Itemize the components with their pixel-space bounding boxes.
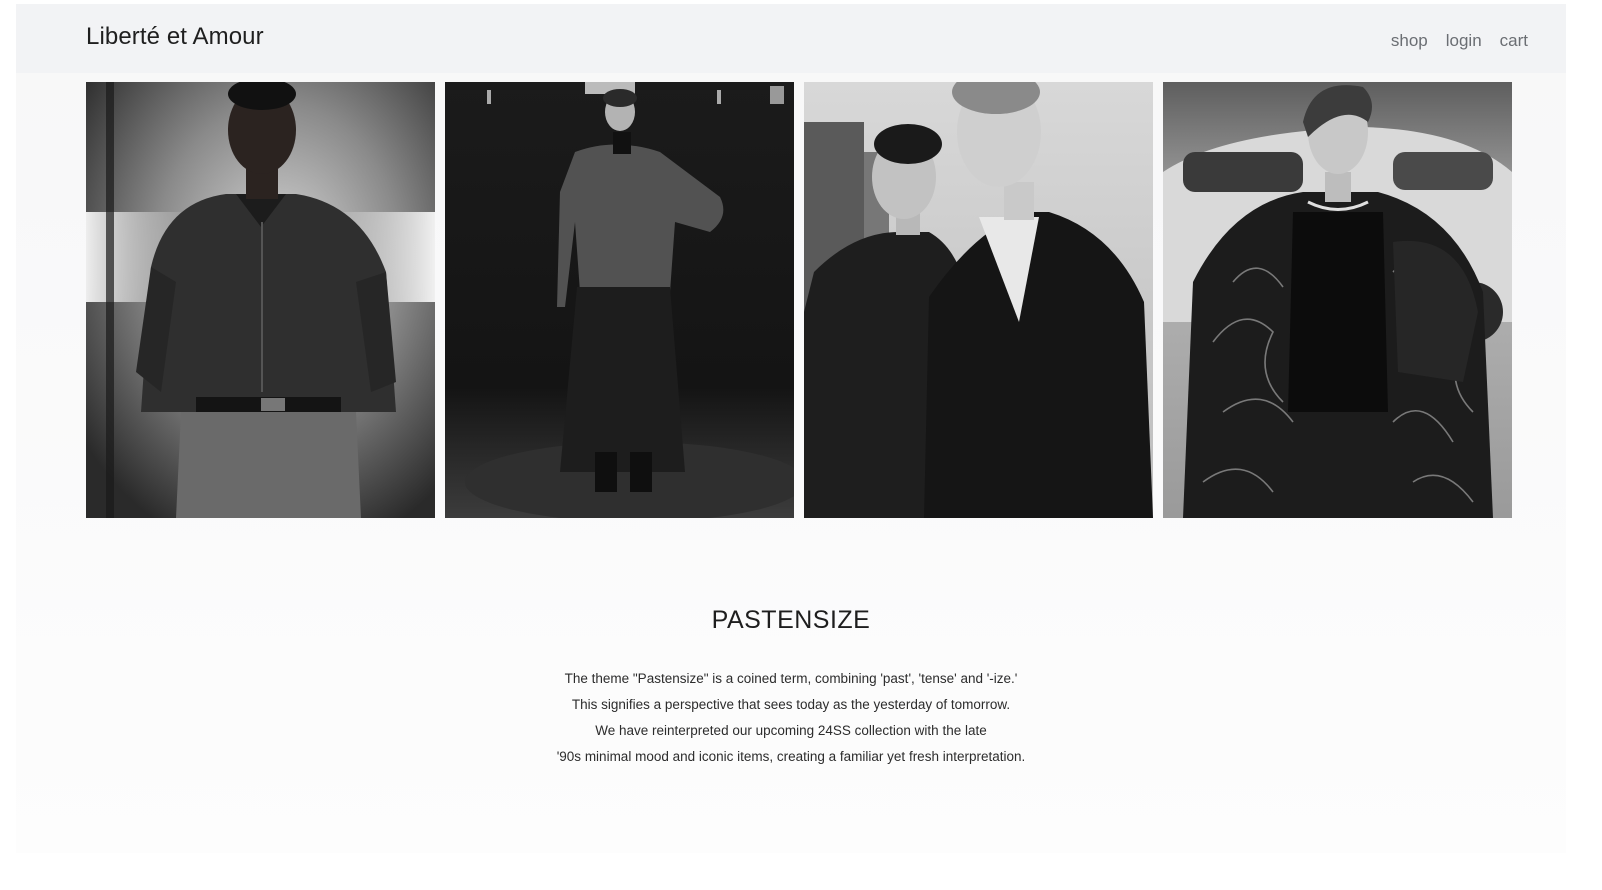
photo-woman-patterned-coat[interactable]: [1163, 82, 1512, 518]
nav-shop-link[interactable]: shop: [1391, 31, 1428, 51]
photo-gallery: [86, 82, 1512, 518]
description-line: The theme "Pastensize" is a coined term,…: [564, 671, 1018, 686]
collection-description: The theme "Pastensize" is a coined term,…: [16, 666, 1566, 770]
description-line: This signifies a perspective that sees t…: [571, 697, 1011, 712]
description-line: We have reinterpreted our upcoming 24SS …: [595, 723, 987, 738]
navbar: Liberté et Amour shop login cart: [16, 4, 1566, 73]
nav-links: shop login cart: [1391, 31, 1528, 51]
description-line: '90s minimal mood and iconic items, crea…: [556, 749, 1026, 764]
page: Liberté et Amour shop login cart PASTENS…: [16, 4, 1566, 853]
photo-woman-sweater[interactable]: [445, 82, 794, 518]
nav-cart-link[interactable]: cart: [1500, 31, 1528, 51]
brand-logo[interactable]: Liberté et Amour: [86, 23, 264, 51]
nav-login-link[interactable]: login: [1446, 31, 1482, 51]
collection-title: PASTENSIZE: [711, 606, 871, 634]
photo-man-shirt[interactable]: [86, 82, 435, 518]
photo-two-men-jackets[interactable]: [804, 82, 1153, 518]
